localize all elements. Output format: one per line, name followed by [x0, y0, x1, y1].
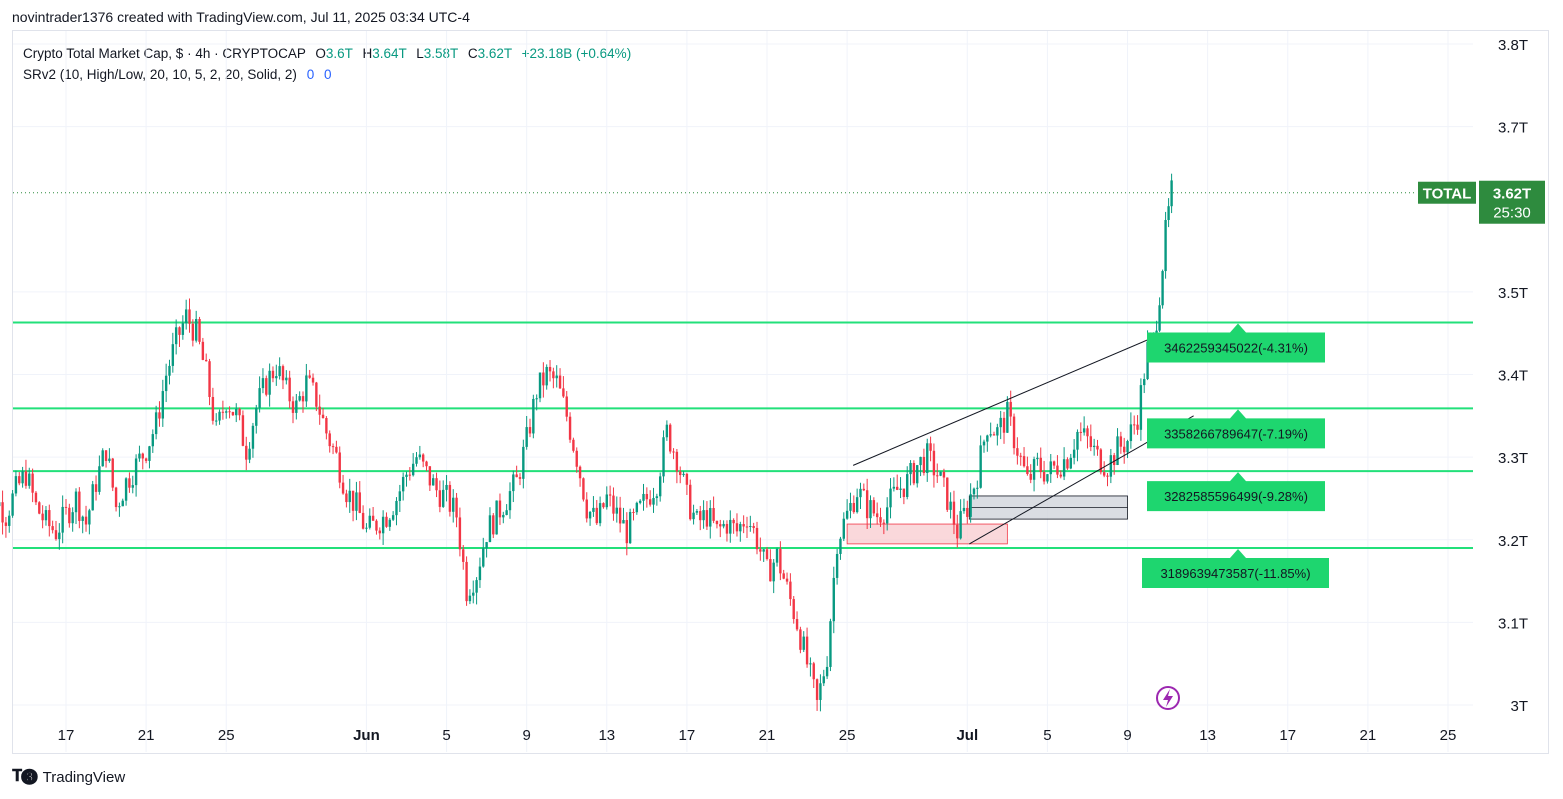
candle-body [8, 515, 11, 526]
open-label: O [315, 46, 326, 61]
tradingview-logo-icon: 𝐓❸ [12, 768, 38, 785]
candle-body [1, 502, 4, 523]
candle-body [4, 522, 8, 526]
open-value: 3.6T [325, 46, 353, 61]
candle [1, 490, 4, 535]
footer-brand: TradingView [42, 768, 126, 786]
candle [4, 516, 8, 538]
indicator-value-1: 0 [306, 67, 315, 82]
close-value: 3.62T [477, 46, 512, 61]
indicator-value-2: 0 [323, 67, 332, 82]
symbol-title: Crypto Total Market Cap, $ · 4h · CRYPTO… [23, 46, 306, 61]
chart-frame[interactable] [12, 30, 1549, 754]
close-label: C [467, 46, 478, 61]
symbol-legend[interactable]: Crypto Total Market Cap, $ · 4h · CRYPTO… [23, 46, 631, 61]
change-value: +23.18B (+0.64%) [521, 46, 632, 61]
footer: 𝐓❸ TradingView [12, 768, 125, 786]
candle [8, 510, 11, 533]
attribution: novintrader1376 created with TradingView… [12, 9, 470, 25]
high-label: H [362, 46, 373, 61]
indicator-title: SRv2 (10, High/Low, 20, 10, 5, 2, 20, So… [23, 67, 297, 82]
low-label: L [416, 46, 424, 61]
indicator-legend[interactable]: SRv2 (10, High/Low, 20, 10, 5, 2, 20, So… [23, 67, 331, 82]
high-value: 3.64T [372, 46, 407, 61]
low-value: 3.58T [423, 46, 459, 61]
